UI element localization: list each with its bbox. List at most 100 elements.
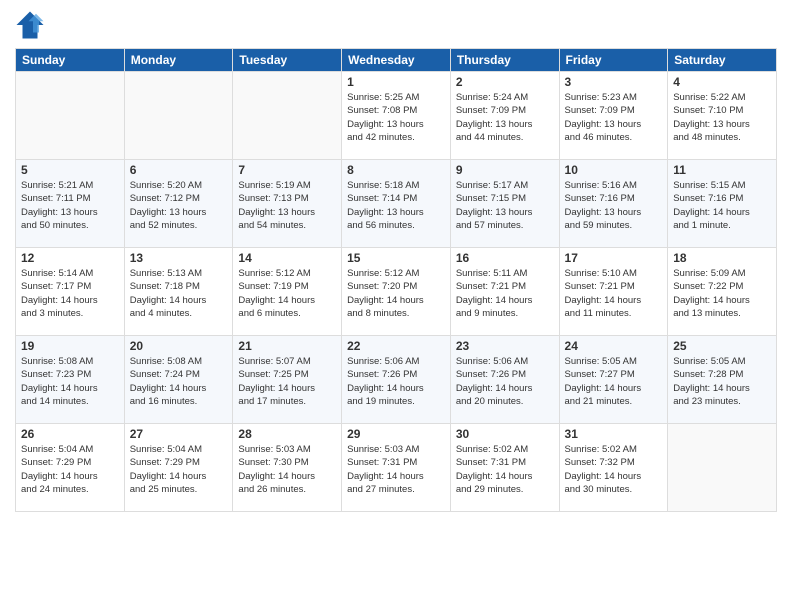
calendar-cell: 2Sunrise: 5:24 AM Sunset: 7:09 PM Daylig… bbox=[450, 72, 559, 160]
weekday-header: Thursday bbox=[450, 49, 559, 72]
calendar-cell: 18 Sunrise: 5:09 AM Sunset: 7:22 PM Dayli… bbox=[668, 248, 777, 336]
day-info: Sunrise: 5:21 AM Sunset: 7:11 PM Dayligh… bbox=[21, 179, 119, 232]
day-info: Sunrise: 5:18 AM Sunset: 7:14 PM Dayligh… bbox=[347, 179, 445, 232]
day-info: Sunrise: 5:16 AM Sunset: 7:16 PM Dayligh… bbox=[565, 179, 663, 232]
calendar-cell: 11 Sunrise: 5:15 AM Sunset: 7:16 PM Dayli… bbox=[668, 160, 777, 248]
day-info: Sunrise: 5:04 AM Sunset: 7:29 PM Dayligh… bbox=[130, 443, 228, 496]
day-number: 25 bbox=[673, 339, 771, 353]
day-number: 6 bbox=[130, 163, 228, 177]
weekday-header: Saturday bbox=[668, 49, 777, 72]
weekday-header: Sunday bbox=[16, 49, 125, 72]
calendar-week-row: 19 Sunrise: 5:08 AM Sunset: 7:23 PM Dayli… bbox=[16, 336, 777, 424]
calendar-cell: 20 Sunrise: 5:08 AM Sunset: 7:24 PM Dayli… bbox=[124, 336, 233, 424]
day-number: 9 bbox=[456, 163, 554, 177]
day-number: 1 bbox=[347, 75, 445, 89]
day-info: Sunrise: 5:08 AM Sunset: 7:24 PM Dayligh… bbox=[130, 355, 228, 408]
day-info: Sunrise: 5:08 AM Sunset: 7:23 PM Dayligh… bbox=[21, 355, 119, 408]
day-info: Sunrise: 5:15 AM Sunset: 7:16 PM Dayligh… bbox=[673, 179, 771, 232]
day-number: 14 bbox=[238, 251, 336, 265]
day-info: Sunrise: 5:19 AM Sunset: 7:13 PM Dayligh… bbox=[238, 179, 336, 232]
calendar-week-row: 1 Sunrise: 5:25 AM Sunset: 7:08 PM Daylig… bbox=[16, 72, 777, 160]
day-info: Sunrise: 5:05 AM Sunset: 7:28 PM Dayligh… bbox=[673, 355, 771, 408]
day-info: Sunrise: 5:05 AM Sunset: 7:27 PM Dayligh… bbox=[565, 355, 663, 408]
calendar-cell: 7 Sunrise: 5:19 AM Sunset: 7:13 PM Daylig… bbox=[233, 160, 342, 248]
day-number: 21 bbox=[238, 339, 336, 353]
day-number: 4 bbox=[673, 75, 771, 89]
day-number: 10 bbox=[565, 163, 663, 177]
calendar-cell: 4Sunrise: 5:22 AM Sunset: 7:10 PM Daylig… bbox=[668, 72, 777, 160]
calendar-week-row: 26 Sunrise: 5:04 AM Sunset: 7:29 PM Dayli… bbox=[16, 424, 777, 512]
day-number: 26 bbox=[21, 427, 119, 441]
day-number: 22 bbox=[347, 339, 445, 353]
calendar-cell: 24 Sunrise: 5:05 AM Sunset: 7:27 PM Dayli… bbox=[559, 336, 668, 424]
day-number: 27 bbox=[130, 427, 228, 441]
day-info: Sunrise: 5:12 AM Sunset: 7:19 PM Dayligh… bbox=[238, 267, 336, 320]
day-info: Sunrise: 5:07 AM Sunset: 7:25 PM Dayligh… bbox=[238, 355, 336, 408]
calendar-cell: 3 Sunrise: 5:23 AM Sunset: 7:09 PM Daylig… bbox=[559, 72, 668, 160]
day-number: 31 bbox=[565, 427, 663, 441]
calendar-cell: 5 Sunrise: 5:21 AM Sunset: 7:11 PM Daylig… bbox=[16, 160, 125, 248]
day-number: 13 bbox=[130, 251, 228, 265]
logo-icon bbox=[15, 10, 45, 40]
calendar-header-row: SundayMondayTuesdayWednesdayThursdayFrid… bbox=[16, 49, 777, 72]
day-number: 3 bbox=[565, 75, 663, 89]
logo bbox=[15, 10, 50, 40]
day-number: 30 bbox=[456, 427, 554, 441]
day-number: 8 bbox=[347, 163, 445, 177]
day-number: 16 bbox=[456, 251, 554, 265]
day-number: 15 bbox=[347, 251, 445, 265]
day-number: 24 bbox=[565, 339, 663, 353]
weekday-header: Wednesday bbox=[342, 49, 451, 72]
day-info: Sunrise: 5:12 AM Sunset: 7:20 PM Dayligh… bbox=[347, 267, 445, 320]
day-info: Sunrise: 5:09 AM Sunset: 7:22 PM Dayligh… bbox=[673, 267, 771, 320]
day-number: 20 bbox=[130, 339, 228, 353]
calendar-cell bbox=[668, 424, 777, 512]
day-info: Sunrise: 5:25 AM Sunset: 7:08 PM Dayligh… bbox=[347, 91, 445, 144]
calendar-cell: 1 Sunrise: 5:25 AM Sunset: 7:08 PM Daylig… bbox=[342, 72, 451, 160]
weekday-header: Friday bbox=[559, 49, 668, 72]
weekday-header: Monday bbox=[124, 49, 233, 72]
calendar-cell: 26Sunrise: 5:04 AM Sunset: 7:29 PM Dayli… bbox=[16, 424, 125, 512]
day-info: Sunrise: 5:06 AM Sunset: 7:26 PM Dayligh… bbox=[456, 355, 554, 408]
day-number: 7 bbox=[238, 163, 336, 177]
day-info: Sunrise: 5:17 AM Sunset: 7:15 PM Dayligh… bbox=[456, 179, 554, 232]
day-number: 29 bbox=[347, 427, 445, 441]
day-info: Sunrise: 5:06 AM Sunset: 7:26 PM Dayligh… bbox=[347, 355, 445, 408]
day-info: Sunrise: 5:13 AM Sunset: 7:18 PM Dayligh… bbox=[130, 267, 228, 320]
day-number: 18 bbox=[673, 251, 771, 265]
day-info: Sunrise: 5:14 AM Sunset: 7:17 PM Dayligh… bbox=[21, 267, 119, 320]
day-number: 19 bbox=[21, 339, 119, 353]
day-info: Sunrise: 5:11 AM Sunset: 7:21 PM Dayligh… bbox=[456, 267, 554, 320]
calendar-cell: 8 Sunrise: 5:18 AM Sunset: 7:14 PM Daylig… bbox=[342, 160, 451, 248]
page: SundayMondayTuesdayWednesdayThursdayFrid… bbox=[0, 0, 792, 612]
calendar-cell: 27 Sunrise: 5:04 AM Sunset: 7:29 PM Dayli… bbox=[124, 424, 233, 512]
day-info: Sunrise: 5:24 AM Sunset: 7:09 PM Dayligh… bbox=[456, 91, 554, 144]
calendar-cell: 17 Sunrise: 5:10 AM Sunset: 7:21 PM Dayli… bbox=[559, 248, 668, 336]
calendar-cell: 23 Sunrise: 5:06 AM Sunset: 7:26 PM Dayli… bbox=[450, 336, 559, 424]
calendar-cell: 16 Sunrise: 5:11 AM Sunset: 7:21 PM Dayli… bbox=[450, 248, 559, 336]
day-number: 11 bbox=[673, 163, 771, 177]
calendar-cell bbox=[124, 72, 233, 160]
calendar-week-row: 5 Sunrise: 5:21 AM Sunset: 7:11 PM Daylig… bbox=[16, 160, 777, 248]
calendar-cell: 12Sunrise: 5:14 AM Sunset: 7:17 PM Dayli… bbox=[16, 248, 125, 336]
day-number: 23 bbox=[456, 339, 554, 353]
calendar-cell: 19 Sunrise: 5:08 AM Sunset: 7:23 PM Dayli… bbox=[16, 336, 125, 424]
day-info: Sunrise: 5:03 AM Sunset: 7:30 PM Dayligh… bbox=[238, 443, 336, 496]
calendar-cell: 13 Sunrise: 5:13 AM Sunset: 7:18 PM Dayli… bbox=[124, 248, 233, 336]
calendar-cell: 25 Sunrise: 5:05 AM Sunset: 7:28 PM Dayli… bbox=[668, 336, 777, 424]
calendar-cell: 29 Sunrise: 5:03 AM Sunset: 7:31 PM Dayli… bbox=[342, 424, 451, 512]
day-info: Sunrise: 5:20 AM Sunset: 7:12 PM Dayligh… bbox=[130, 179, 228, 232]
header bbox=[15, 10, 777, 40]
day-info: Sunrise: 5:03 AM Sunset: 7:31 PM Dayligh… bbox=[347, 443, 445, 496]
calendar-week-row: 12Sunrise: 5:14 AM Sunset: 7:17 PM Dayli… bbox=[16, 248, 777, 336]
day-number: 17 bbox=[565, 251, 663, 265]
calendar-cell: 28 Sunrise: 5:03 AM Sunset: 7:30 PM Dayli… bbox=[233, 424, 342, 512]
day-info: Sunrise: 5:02 AM Sunset: 7:32 PM Dayligh… bbox=[565, 443, 663, 496]
calendar-cell: 14 Sunrise: 5:12 AM Sunset: 7:19 PM Dayli… bbox=[233, 248, 342, 336]
day-number: 5 bbox=[21, 163, 119, 177]
weekday-header: Tuesday bbox=[233, 49, 342, 72]
day-info: Sunrise: 5:10 AM Sunset: 7:21 PM Dayligh… bbox=[565, 267, 663, 320]
day-number: 28 bbox=[238, 427, 336, 441]
calendar-cell: 6 Sunrise: 5:20 AM Sunset: 7:12 PM Daylig… bbox=[124, 160, 233, 248]
day-info: Sunrise: 5:23 AM Sunset: 7:09 PM Dayligh… bbox=[565, 91, 663, 144]
